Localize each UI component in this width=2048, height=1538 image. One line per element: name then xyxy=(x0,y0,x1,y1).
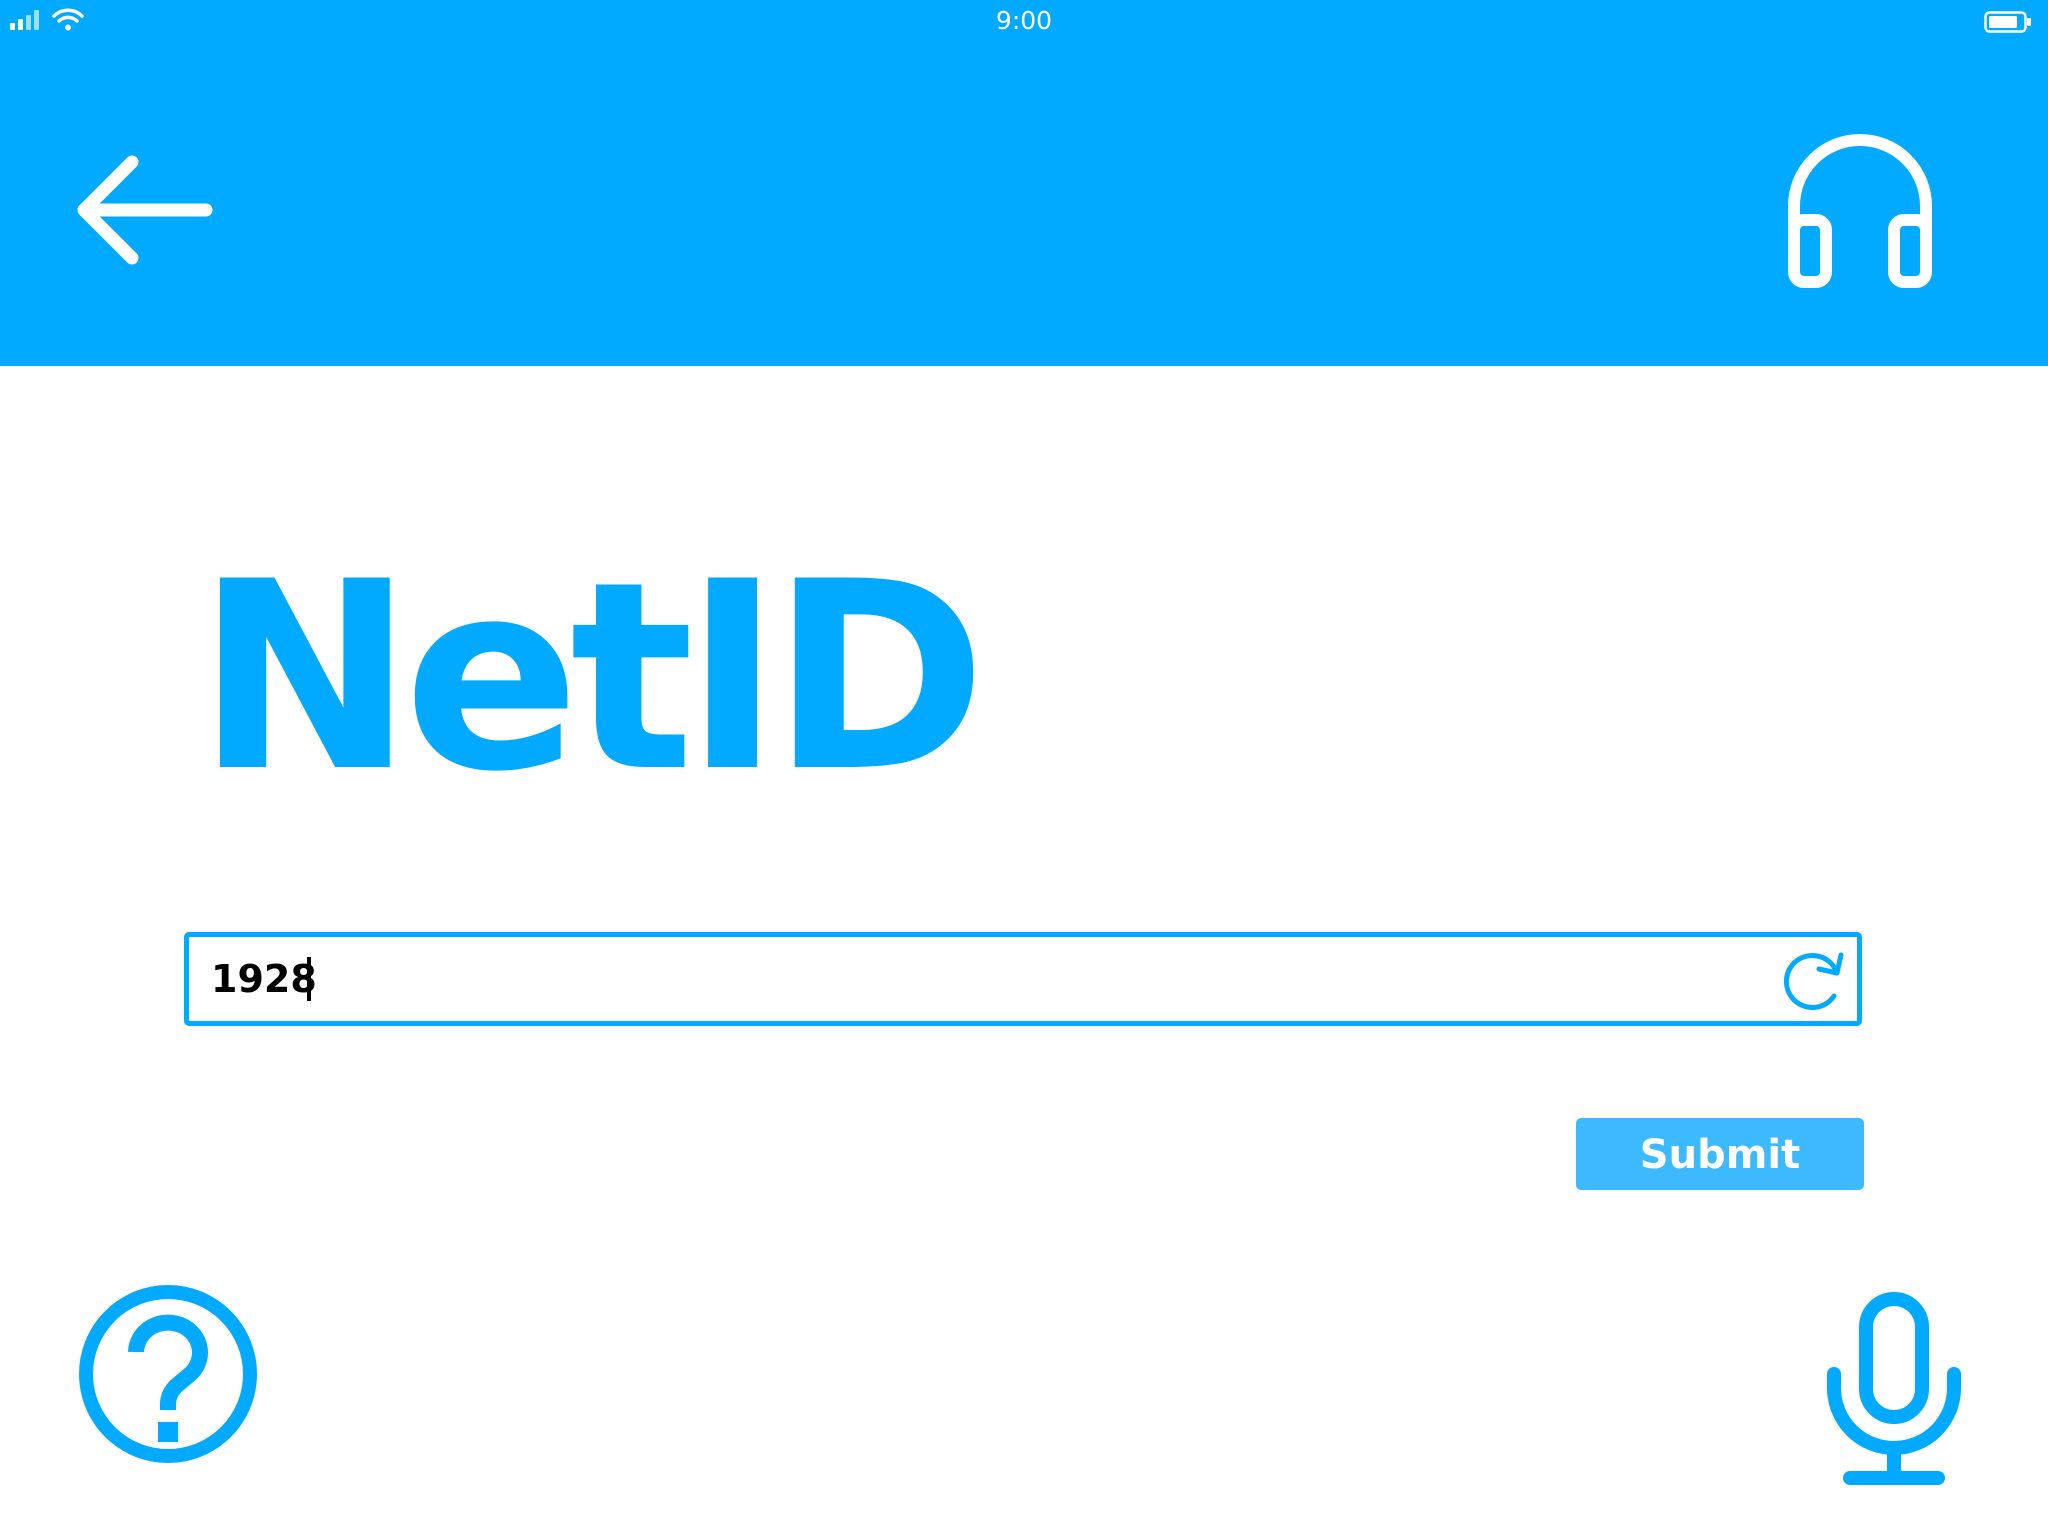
arrow-left-icon xyxy=(77,155,213,265)
support-button[interactable] xyxy=(1780,130,1940,290)
netid-input[interactable] xyxy=(211,937,1741,1021)
submit-button[interactable]: Submit xyxy=(1576,1118,1864,1190)
help-button[interactable] xyxy=(76,1282,260,1466)
battery-icon xyxy=(1984,11,2031,33)
netid-screen: 9:00 NetID 1928 Submit xyxy=(0,0,2048,1538)
headphones-icon xyxy=(1788,134,1932,288)
question-circle-icon xyxy=(79,1285,257,1463)
page-title: NetID xyxy=(196,527,987,829)
text-caret xyxy=(307,957,311,1001)
netid-field[interactable] xyxy=(184,932,1862,1026)
microphone-icon xyxy=(1827,1292,1961,1485)
refresh-icon xyxy=(1783,952,1844,1010)
status-bar: 9:00 xyxy=(0,0,2048,44)
microphone-button[interactable] xyxy=(1820,1292,1970,1488)
header-bar: 9:00 xyxy=(0,0,2048,366)
status-time: 9:00 xyxy=(995,6,1053,35)
back-button[interactable] xyxy=(70,150,230,270)
refresh-button[interactable] xyxy=(1777,951,1847,1011)
